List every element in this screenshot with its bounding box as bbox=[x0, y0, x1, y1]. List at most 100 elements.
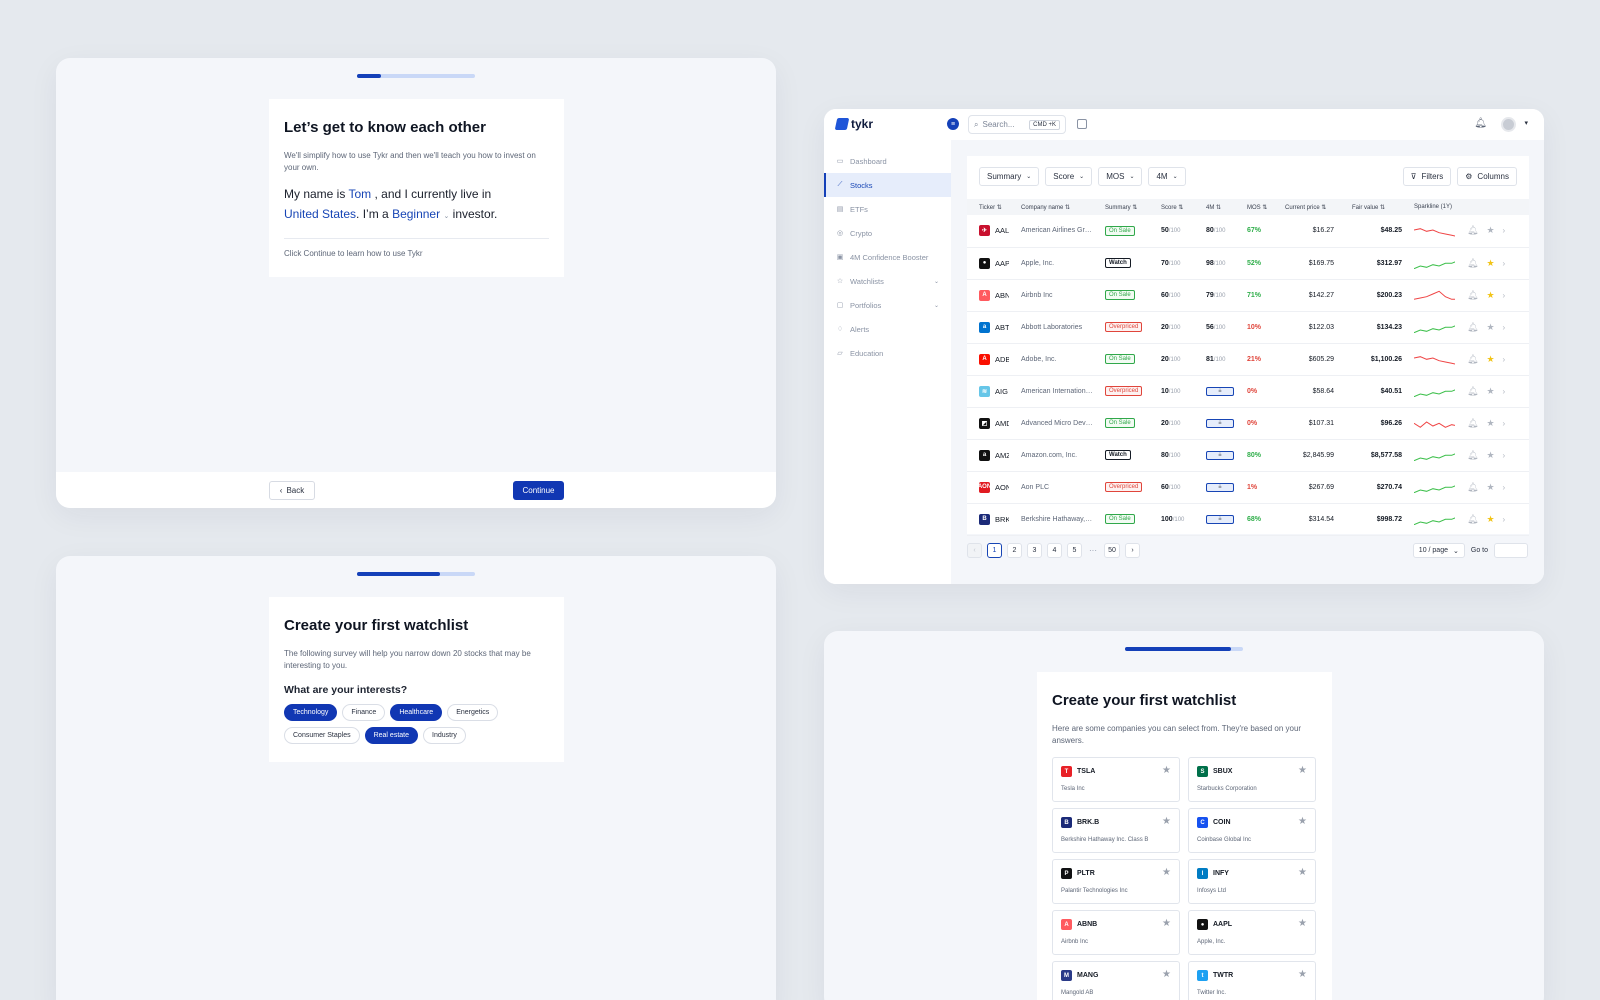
chevron-right-icon[interactable]: › bbox=[1503, 259, 1506, 268]
page-button[interactable]: 4 bbox=[1047, 543, 1062, 558]
sidebar-item[interactable]: ▱ Education bbox=[824, 341, 951, 365]
column-header[interactable]: MOS ⇅ bbox=[1235, 199, 1273, 215]
menu-toggle-icon[interactable]: ≡ bbox=[947, 118, 959, 130]
sidebar-item[interactable]: ▭ Dashboard bbox=[824, 149, 951, 173]
search-input[interactable]: ⌕ Search... CMD +K bbox=[968, 115, 1066, 134]
lock-icon[interactable]: 🔒︎ bbox=[1206, 418, 1234, 428]
star-icon[interactable]: ★ bbox=[1162, 969, 1171, 980]
filter-dropdown[interactable]: Score ⌄ bbox=[1045, 167, 1093, 186]
country-field[interactable]: United States bbox=[284, 207, 356, 221]
company-card[interactable]: T TSLA Tesla Inc ★ bbox=[1052, 757, 1180, 803]
chevron-right-icon[interactable]: › bbox=[1503, 355, 1506, 364]
company-card[interactable]: S SBUX Starbucks Corporation ★ bbox=[1188, 757, 1316, 803]
column-header[interactable]: Fair value ⇅ bbox=[1340, 199, 1402, 215]
star-icon[interactable]: ★ bbox=[1486, 225, 1494, 236]
table-row[interactable]: a AMZNAmazon.com, Inc. Watch 80/100 🔒︎80%$2,… bbox=[967, 439, 1529, 472]
table-row[interactable]: AABNBAirbnb IncOn Sale60/10079/10071%$14… bbox=[967, 279, 1529, 312]
page-button[interactable]: 1 bbox=[987, 543, 1002, 558]
interest-chip[interactable]: Real estate bbox=[364, 727, 419, 745]
filter-dropdown[interactable]: MOS ⌄ bbox=[1098, 167, 1143, 186]
star-icon[interactable]: ★ bbox=[1486, 418, 1494, 429]
star-icon[interactable]: ★ bbox=[1162, 816, 1171, 827]
table-row[interactable]: ✈ AALAmerican Airlines Group Inc On Sale 50… bbox=[967, 215, 1529, 248]
goto-page-input[interactable] bbox=[1494, 543, 1528, 558]
columns-button[interactable]: ⚙ Columns bbox=[1457, 167, 1517, 186]
table-row[interactable]: a ABT Abbott Laboratories Overpriced 20/100 5… bbox=[967, 311, 1529, 344]
company-card[interactable]: t TWTR Twitter Inc. ★ bbox=[1188, 961, 1316, 1000]
interest-chip[interactable]: Energetics bbox=[447, 704, 499, 722]
column-header[interactable]: Company name ⇅ bbox=[1009, 199, 1093, 215]
table-row[interactable]: AADBEAdobe, Inc.On Sale20/10081/10021%$6… bbox=[967, 343, 1529, 376]
caret-down-icon[interactable]: ▾ bbox=[1524, 119, 1528, 127]
table-row[interactable]: ≋ AIGAmerican International Gro... Overpri… bbox=[967, 375, 1529, 408]
chevron-right-icon[interactable]: › bbox=[1503, 387, 1506, 396]
sidebar-item[interactable]: ▢ Portfolios ⌄ bbox=[824, 293, 951, 317]
bell-icon[interactable]: 🔔︎ bbox=[1467, 322, 1478, 333]
table-row[interactable]: AONAONAon PLCOverpriced60/100🔒︎1%$267.69… bbox=[967, 471, 1529, 504]
star-icon[interactable]: ★ bbox=[1486, 514, 1494, 525]
star-icon[interactable]: ★ bbox=[1486, 482, 1494, 493]
star-icon[interactable]: ★ bbox=[1162, 918, 1171, 929]
name-field[interactable]: Tom bbox=[348, 187, 371, 201]
page-button[interactable]: 3 bbox=[1027, 543, 1042, 558]
page-button[interactable]: 50 bbox=[1104, 543, 1120, 558]
layout-icon[interactable] bbox=[1077, 119, 1087, 129]
chevron-right-icon[interactable]: › bbox=[1503, 291, 1506, 300]
company-card[interactable]: ● AAPL Apple, Inc. ★ bbox=[1188, 910, 1316, 956]
column-header[interactable]: Score ⇅ bbox=[1149, 199, 1194, 215]
interest-chip[interactable]: Industry bbox=[423, 727, 466, 745]
interest-chip[interactable]: Consumer Staples bbox=[284, 727, 360, 745]
chevron-right-icon[interactable]: › bbox=[1503, 483, 1506, 492]
chevron-right-icon[interactable]: › bbox=[1503, 451, 1506, 460]
avatar[interactable] bbox=[1501, 117, 1516, 132]
sidebar-item[interactable]: ◎ Crypto bbox=[824, 221, 951, 245]
bell-icon[interactable]: 🔔︎ bbox=[1467, 418, 1478, 429]
chevron-right-icon[interactable]: › bbox=[1503, 323, 1506, 332]
lock-icon[interactable]: 🔒︎ bbox=[1206, 386, 1234, 396]
filter-dropdown[interactable]: Summary ⌄ bbox=[979, 167, 1040, 186]
star-icon[interactable]: ★ bbox=[1298, 867, 1307, 878]
company-card[interactable]: A ABNB Airbnb Inc ★ bbox=[1052, 910, 1180, 956]
bell-icon[interactable]: 🔔︎ bbox=[1467, 482, 1478, 493]
star-icon[interactable]: ★ bbox=[1298, 816, 1307, 827]
interest-chip[interactable]: Healthcare bbox=[390, 704, 443, 722]
lock-icon[interactable]: 🔒︎ bbox=[1206, 450, 1234, 460]
bell-icon[interactable]: 🔔︎ bbox=[1467, 290, 1478, 301]
sidebar-item[interactable]: ☆ Watchlists ⌄ bbox=[824, 269, 951, 293]
lock-icon[interactable]: 🔒︎ bbox=[1206, 482, 1234, 492]
sidebar-item[interactable]: ♢ Alerts bbox=[824, 317, 951, 341]
page-size-select[interactable]: 10 / page ⌄ bbox=[1412, 543, 1465, 558]
company-card[interactable]: B BRK.B Berkshire Hathaway Inc. Class B ★ bbox=[1052, 808, 1180, 854]
column-header[interactable]: Summary ⇅ bbox=[1093, 199, 1149, 215]
bell-icon[interactable]: 🔔︎ bbox=[1467, 225, 1478, 236]
filter-dropdown[interactable]: 4M ⌄ bbox=[1148, 167, 1186, 186]
chevron-right-icon[interactable]: › bbox=[1503, 515, 1506, 524]
sidebar-item[interactable]: ⟋ Stocks bbox=[824, 173, 951, 197]
company-card[interactable]: C COIN Coinbase Global Inc ★ bbox=[1188, 808, 1316, 854]
continue-button[interactable]: Continue bbox=[513, 481, 564, 500]
company-card[interactable]: I INFY Infosys Ltd ★ bbox=[1188, 859, 1316, 905]
chevron-down-icon[interactable]: ⌄ bbox=[443, 213, 449, 220]
company-card[interactable]: M MANG Mangold AB ★ bbox=[1052, 961, 1180, 1000]
column-header[interactable]: Current price ⇅ bbox=[1273, 199, 1340, 215]
filters-button[interactable]: ⊽ Filters bbox=[1402, 167, 1452, 186]
star-icon[interactable]: ★ bbox=[1298, 765, 1307, 776]
star-icon[interactable]: ★ bbox=[1486, 258, 1494, 269]
column-header[interactable]: Ticker ⇅ bbox=[967, 199, 1009, 215]
star-icon[interactable]: ★ bbox=[1486, 386, 1494, 397]
column-header[interactable]: Sparkline (1Y) bbox=[1402, 199, 1455, 215]
page-button[interactable]: 2 bbox=[1007, 543, 1022, 558]
company-card[interactable]: P PLTR Palantir Technologies Inc ★ bbox=[1052, 859, 1180, 905]
interest-chip[interactable]: Finance bbox=[342, 704, 386, 722]
chevron-right-icon[interactable]: › bbox=[1503, 226, 1506, 235]
star-icon[interactable]: ★ bbox=[1298, 969, 1307, 980]
interest-chip[interactable]: Technology bbox=[284, 704, 338, 722]
table-row[interactable]: ◩ AMDAdvanced Micro Devices... On Sale 20/1… bbox=[967, 407, 1529, 440]
sidebar-item[interactable]: ▣ 4M Confidence Booster bbox=[824, 245, 951, 269]
column-header[interactable]: 4M ⇅ bbox=[1194, 199, 1235, 215]
back-button[interactable]: ‹ Back bbox=[269, 481, 315, 500]
notification-bell-icon[interactable]: 🔔︎ bbox=[1474, 118, 1487, 129]
star-icon[interactable]: ★ bbox=[1162, 765, 1171, 776]
star-icon[interactable]: ★ bbox=[1298, 918, 1307, 929]
bell-icon[interactable]: 🔔︎ bbox=[1467, 450, 1478, 461]
